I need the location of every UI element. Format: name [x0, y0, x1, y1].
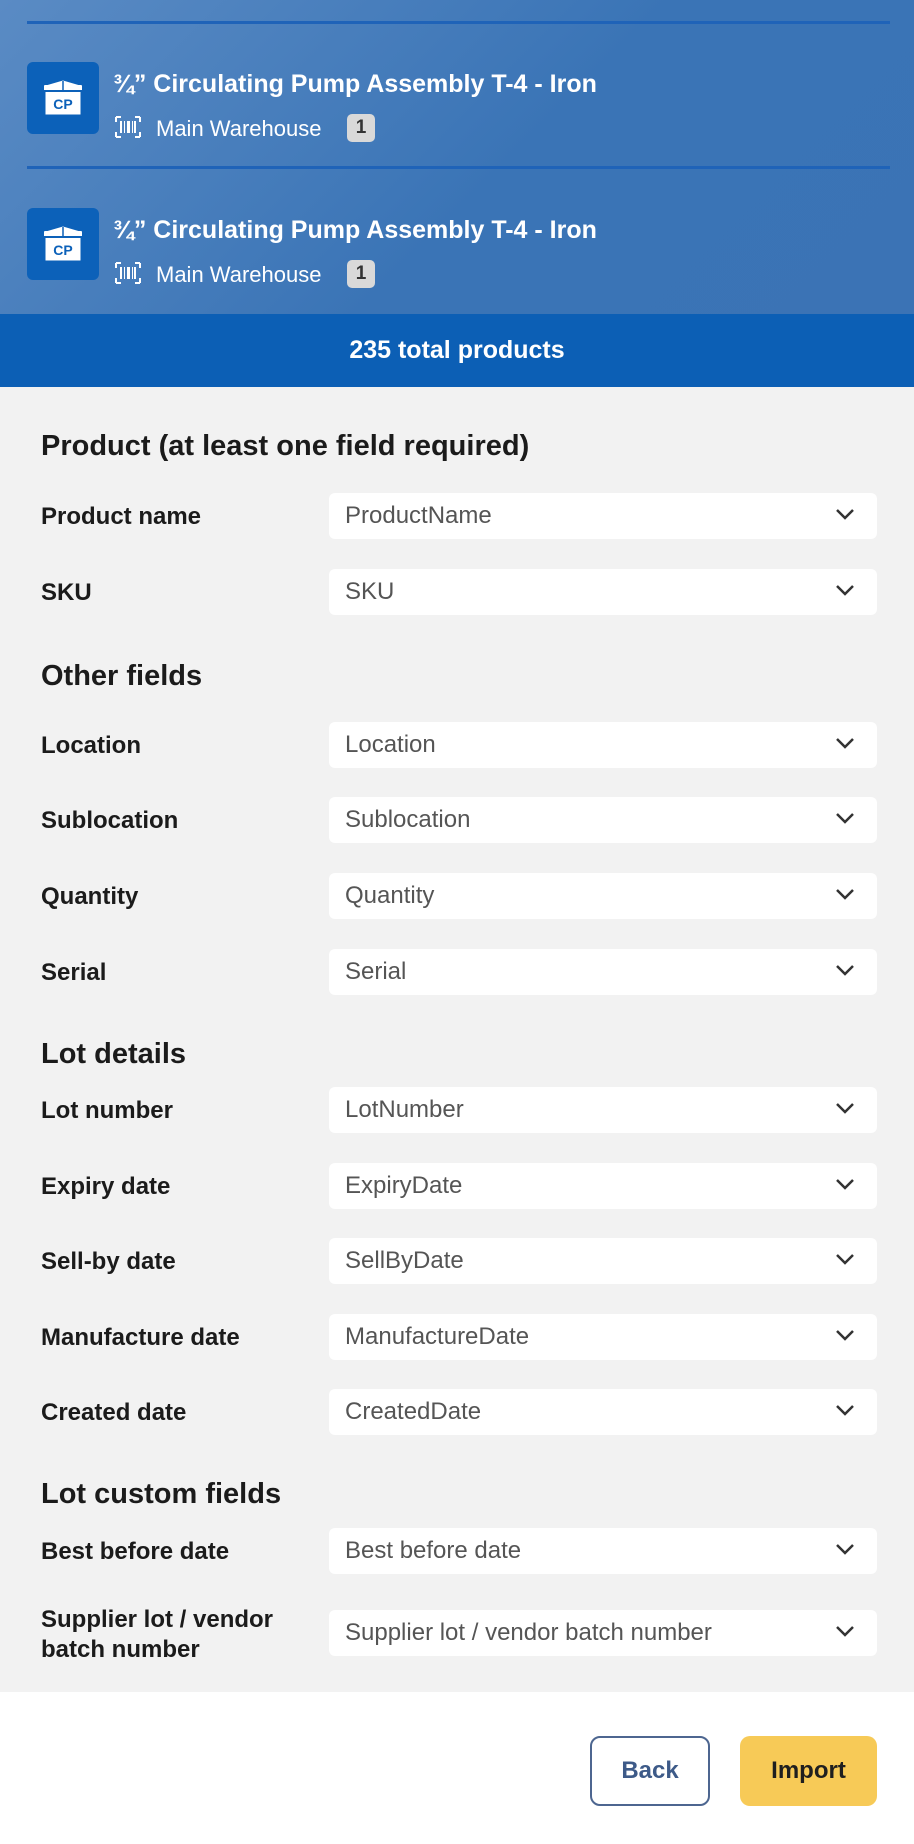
select-value: ProductName — [345, 502, 492, 529]
chevron-down-icon — [836, 738, 854, 749]
chevron-down-icon — [836, 1626, 854, 1637]
barcode-icon — [115, 116, 141, 138]
product-location: Main Warehouse — [156, 262, 322, 287]
supplier-lot-select[interactable]: Supplier lot / vendor batch number — [329, 1610, 877, 1656]
label-quantity: Quantity — [41, 883, 139, 910]
barcode-icon — [115, 262, 141, 284]
quantity-badge: 1 — [347, 260, 375, 288]
label-serial: Serial — [41, 959, 107, 986]
select-value: Quantity — [345, 882, 435, 909]
select-value: SellByDate — [345, 1247, 464, 1274]
label-product-name: Product name — [41, 503, 202, 530]
section-title-product: Product (at least one field required) — [41, 430, 530, 462]
best-before-date-select[interactable]: Best before date — [329, 1528, 877, 1574]
chevron-down-icon — [836, 965, 854, 976]
select-value: ManufactureDate — [345, 1323, 530, 1350]
preview-item: CP ¾” Circulating Pump Assembly T-4 - Ir… — [27, 54, 890, 174]
label-lot-number: Lot number — [41, 1097, 173, 1124]
label-location: Location — [41, 732, 141, 759]
label-sublocation: Sublocation — [41, 807, 179, 834]
label-best-before-date: Best before date — [41, 1538, 230, 1565]
import-button[interactable]: Import — [740, 1736, 877, 1806]
select-value: Supplier lot / vendor batch number — [345, 1619, 712, 1646]
product-name-select[interactable]: ProductName — [329, 493, 877, 539]
sublocation-select[interactable]: Sublocation — [329, 797, 877, 843]
divider — [27, 21, 890, 24]
sku-select[interactable]: SKU — [329, 569, 877, 615]
chevron-down-icon — [836, 813, 854, 824]
section-title-other: Other fields — [41, 660, 203, 692]
select-value: Location — [345, 731, 436, 758]
label-sku: SKU — [41, 579, 92, 606]
product-box-icon: CP — [27, 208, 99, 280]
chevron-down-icon — [836, 889, 854, 900]
label-supplier-lot: Supplier lot / vendor batch number — [41, 1606, 274, 1663]
select-value: SKU — [345, 578, 395, 605]
back-button[interactable]: Back — [590, 1736, 710, 1806]
label-created-date: Created date — [41, 1399, 187, 1426]
chevron-down-icon — [836, 1103, 854, 1114]
created-date-select[interactable]: CreatedDate — [329, 1389, 877, 1435]
select-value: LotNumber — [345, 1096, 464, 1123]
section-title-lot-details: Lot details — [41, 1038, 187, 1070]
lot-number-select[interactable]: LotNumber — [329, 1087, 877, 1133]
quantity-badge: 1 — [347, 114, 375, 142]
select-value: ExpiryDate — [345, 1172, 463, 1199]
total-products-bar: 235 total products — [0, 314, 914, 387]
manufacture-date-select[interactable]: ManufactureDate — [329, 1314, 877, 1360]
serial-select[interactable]: Serial — [329, 949, 877, 995]
product-title: ¾” Circulating Pump Assembly T-4 - Iron — [113, 70, 597, 98]
chevron-down-icon — [836, 1405, 854, 1416]
chevron-down-icon — [836, 1179, 854, 1190]
chevron-down-icon — [836, 1330, 854, 1341]
preview-item: CP ¾” Circulating Pump Assembly T-4 - Ir… — [27, 200, 890, 320]
svg-text:CP: CP — [53, 96, 72, 112]
product-box-icon: CP — [27, 62, 99, 134]
divider — [27, 166, 890, 169]
sell-by-date-select[interactable]: SellByDate — [329, 1238, 877, 1284]
label-manufacture-date: Manufacture date — [41, 1324, 240, 1351]
expiry-date-select[interactable]: ExpiryDate — [329, 1163, 877, 1209]
location-select[interactable]: Location — [329, 722, 877, 768]
product-location: Main Warehouse — [156, 116, 322, 141]
select-value: CreatedDate — [345, 1398, 482, 1425]
chevron-down-icon — [836, 509, 854, 520]
label-sell-by-date: Sell-by date — [41, 1248, 176, 1275]
select-value: Sublocation — [345, 806, 471, 833]
product-title: ¾” Circulating Pump Assembly T-4 - Iron — [113, 216, 597, 244]
chevron-down-icon — [836, 585, 854, 596]
svg-text:CP: CP — [53, 242, 72, 258]
chevron-down-icon — [836, 1254, 854, 1265]
label-expiry-date: Expiry date — [41, 1173, 171, 1200]
quantity-select[interactable]: Quantity — [329, 873, 877, 919]
import-preview-panel: CP ¾” Circulating Pump Assembly T-4 - Ir… — [0, 0, 914, 314]
section-title-lot-custom: Lot custom fields — [41, 1478, 282, 1510]
select-value: Best before date — [345, 1537, 522, 1564]
chevron-down-icon — [836, 1544, 854, 1555]
select-value: Serial — [345, 958, 407, 985]
